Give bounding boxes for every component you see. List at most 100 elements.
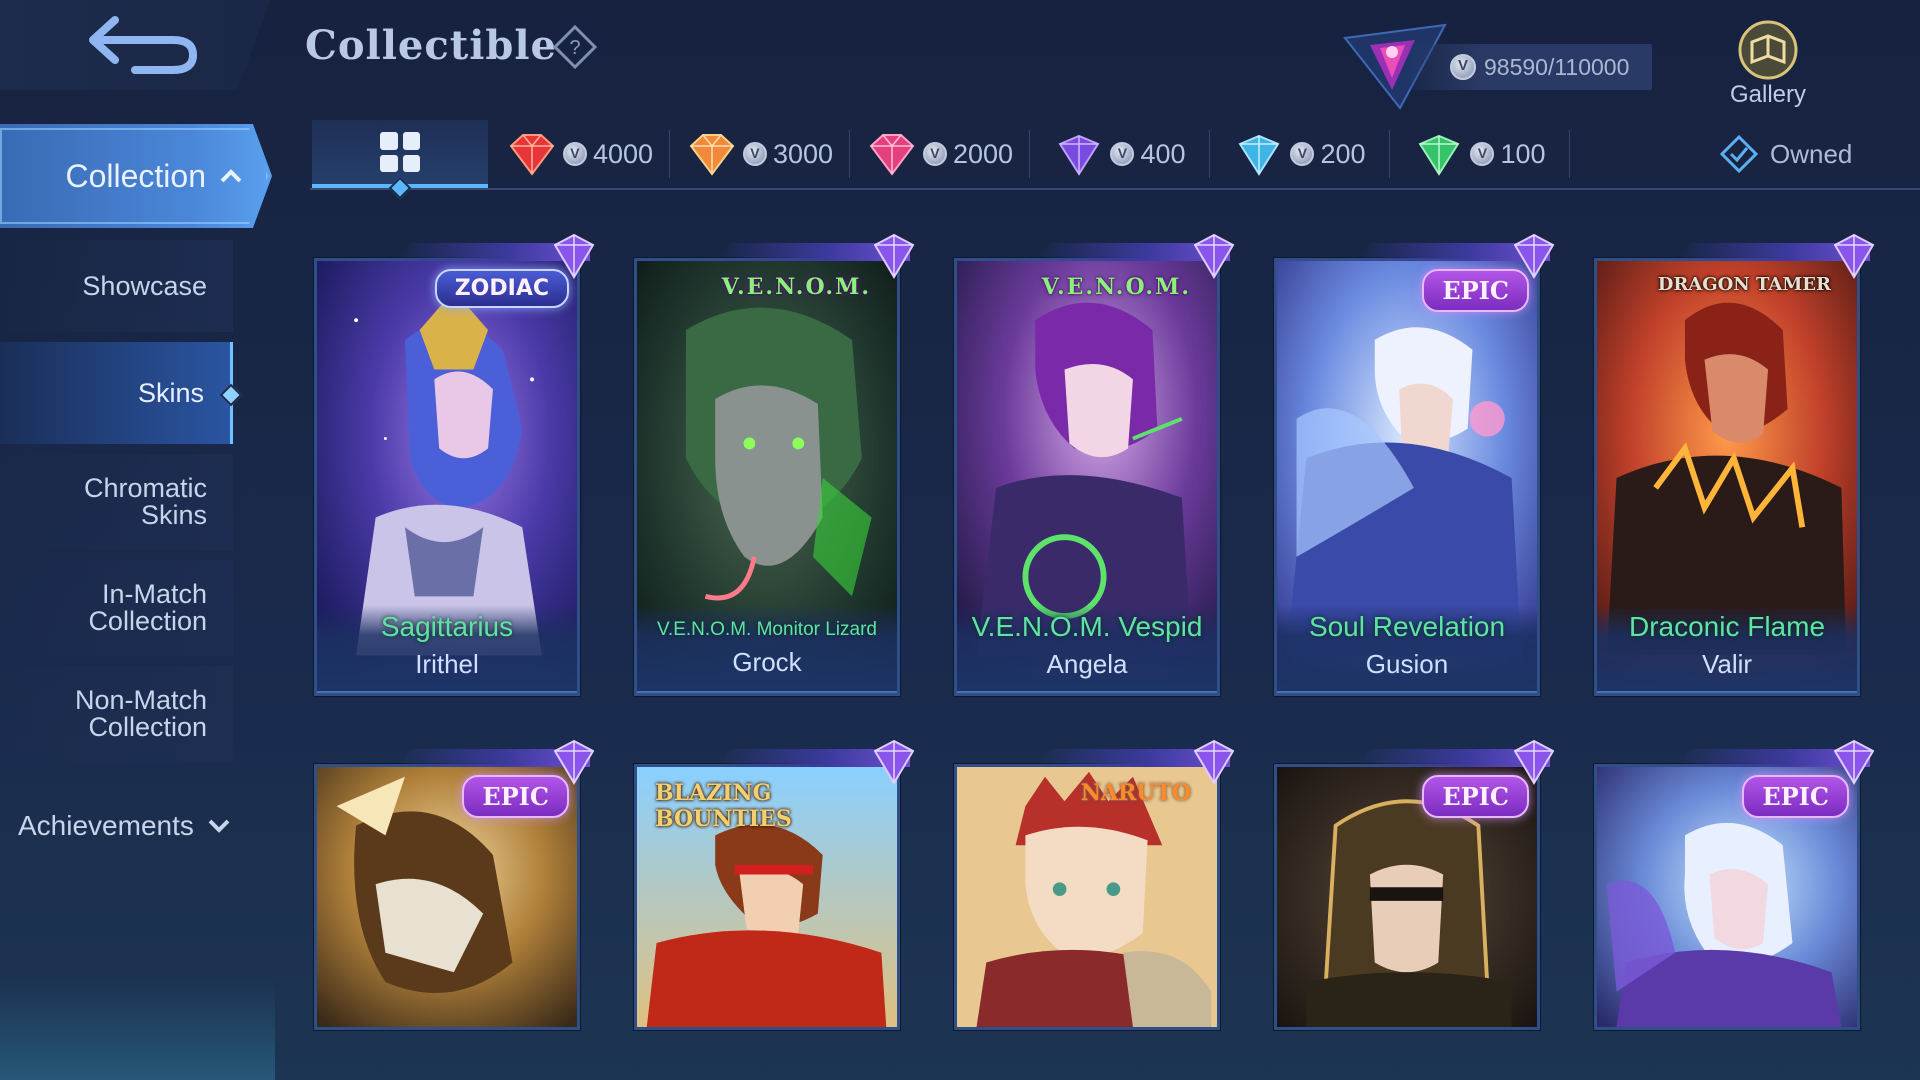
tab-tier-2000[interactable]: 2000: [850, 120, 1030, 188]
tab-cost: 4000: [592, 138, 654, 169]
grid-icon: [380, 132, 420, 172]
sidebar-decoration: [0, 980, 275, 1080]
collection-label: Collection: [65, 157, 206, 194]
chevron-up-icon: [220, 169, 242, 183]
help-icon[interactable]: ?: [552, 24, 598, 70]
coin-icon: [1110, 142, 1135, 166]
coin-icon: [562, 142, 587, 166]
series-badge: ZODIAC: [434, 269, 569, 308]
sidebar-item-label: Skins: [137, 377, 204, 408]
skin-card[interactable]: EPIC: [1274, 739, 1555, 1030]
name-panel: Sagittarius Irithel: [317, 605, 577, 693]
tab-cost: 3000: [772, 138, 834, 169]
purple-gem-icon: [553, 739, 595, 785]
orange-gem-icon: [689, 134, 735, 176]
purple-gem-icon: [873, 233, 915, 279]
name-panel: Soul Revelation Gusion: [1277, 605, 1537, 693]
skin-card-soul-revelation[interactable]: EPIC Soul Revelation Gusion: [1274, 233, 1555, 696]
skin-card[interactable]: EPIC: [314, 739, 595, 1030]
tab-cost: 200: [1320, 138, 1366, 169]
skin-card-draconic-flame[interactable]: DRAGON TAMER Draconic Flame Valir: [1594, 233, 1875, 696]
gallery-icon: [1738, 20, 1798, 80]
green-gem-icon: [1418, 134, 1460, 176]
coin-icon: [922, 142, 947, 166]
blue-gem-icon: [1238, 134, 1280, 176]
purple-gem-icon: [1058, 134, 1100, 176]
series-badge: V.E.N.O.M.: [721, 274, 871, 300]
points-value: 98590/110000: [1484, 53, 1630, 80]
svg-text:?: ?: [569, 37, 580, 59]
series-badge: V.E.N.O.M.: [1041, 274, 1191, 300]
sidebar-item-chromatic-skins[interactable]: Chromatic Skins: [0, 454, 233, 550]
sidebar-item-showcase[interactable]: Showcase: [0, 240, 233, 332]
achievements-label: Achievements: [18, 810, 194, 841]
sidebar-item-label: Skins: [140, 500, 207, 530]
name-panel: V.E.N.O.M. Monitor Lizard Grock: [637, 605, 897, 693]
page-title: Collectible: [305, 22, 557, 69]
hero-name: Valir: [1701, 649, 1753, 679]
sidebar-item-label: Collection: [88, 712, 207, 742]
top-bar: Collectible ? 98590/110000 Gallery: [0, 0, 1920, 110]
skin-card[interactable]: NARUTO: [954, 739, 1235, 1030]
name-panel: V.E.N.O.M. Vespid Angela: [957, 605, 1217, 693]
gallery-label: Gallery: [1729, 81, 1807, 108]
skin-card-venom-monitor-lizard[interactable]: V.E.N.O.M. V.E.N.O.M. Monitor Lizard Gro…: [634, 233, 915, 696]
chevron-down-icon: [208, 819, 230, 833]
sidebar-item-skins[interactable]: Skins: [0, 342, 233, 444]
sidebar-item-in-match-collection[interactable]: In-Match Collection: [0, 560, 233, 656]
hero-name: Angela: [1046, 649, 1128, 679]
owned-label: Owned: [1770, 138, 1853, 169]
purple-gem-icon: [873, 739, 915, 785]
purple-gem-icon: [1833, 739, 1875, 785]
coin-icon: [1290, 142, 1315, 166]
purple-gem-icon: [1833, 233, 1875, 279]
collection-coin-icon: [1450, 54, 1476, 80]
tier-tab-bar: 4000 3000 2000 400 200: [310, 120, 1920, 190]
coin-icon: [1470, 142, 1495, 166]
coin-icon: [742, 142, 767, 166]
skin-name: Sagittarius: [380, 611, 514, 642]
owned-filter[interactable]: Owned: [1720, 120, 1920, 188]
hero-name: Gusion: [1365, 649, 1449, 679]
skin-card-sagittarius[interactable]: ZODIAC Sagittarius Irithel: [314, 233, 595, 696]
skin-name: V.E.N.O.M. Monitor Lizard: [657, 619, 877, 640]
skin-card-venom-vespid[interactable]: V.E.N.O.M. V.E.N.O.M. Vespid Angela: [954, 233, 1235, 696]
tab-tier-3000[interactable]: 3000: [670, 120, 850, 188]
hero-name: Irithel: [415, 649, 479, 679]
skin-card[interactable]: BLAZING BOUNTIES: [634, 739, 915, 1030]
series-logo: BLAZING BOUNTIES: [655, 780, 792, 832]
sidebar: Collection Showcase Skins Chromatic Skin…: [0, 120, 275, 1080]
skin-card[interactable]: EPIC: [1594, 739, 1875, 1030]
tab-cost: 2000: [952, 138, 1014, 169]
owned-checkbox-icon: [1720, 135, 1758, 173]
pink-gem-icon: [869, 134, 915, 176]
skin-name: Draconic Flame: [1628, 611, 1826, 642]
tab-all[interactable]: [312, 120, 488, 188]
sidebar-item-non-match-collection[interactable]: Non-Match Collection: [0, 666, 233, 762]
purple-gem-icon: [1513, 739, 1555, 785]
hero-name: Grock: [732, 647, 802, 677]
sidebar-item-label: Collection: [88, 606, 207, 636]
name-panel: Draconic Flame Valir: [1597, 605, 1857, 693]
tab-tier-400[interactable]: 400: [1030, 120, 1210, 188]
tab-tier-4000[interactable]: 4000: [490, 120, 670, 188]
sidebar-item-label: Non-Match: [74, 685, 207, 715]
purple-gem-icon: [553, 233, 595, 279]
gallery-button[interactable]: Gallery: [1718, 20, 1818, 110]
skin-name: Soul Revelation: [1308, 611, 1506, 642]
tab-tier-200[interactable]: 200: [1210, 120, 1390, 188]
sidebar-item-achievements[interactable]: Achievements: [18, 796, 258, 856]
tab-cost: 100: [1500, 138, 1546, 169]
series-logo: NARUTO: [1080, 780, 1191, 806]
skin-name: V.E.N.O.M. Vespid: [971, 611, 1203, 642]
red-gem-icon: [509, 134, 555, 176]
tab-tier-100[interactable]: 100: [1390, 120, 1570, 188]
purple-gem-icon: [1513, 233, 1555, 279]
sidebar-item-collection[interactable]: Collection: [0, 124, 272, 228]
sidebar-item-label: Showcase: [82, 270, 207, 301]
back-arrow-icon[interactable]: [85, 10, 205, 80]
sidebar-item-label: In-Match: [101, 579, 207, 609]
series-logo: DRAGON TAMER: [1657, 274, 1831, 295]
collection-points: 98590/110000: [1410, 44, 1652, 90]
purple-gem-icon: [1193, 739, 1235, 785]
